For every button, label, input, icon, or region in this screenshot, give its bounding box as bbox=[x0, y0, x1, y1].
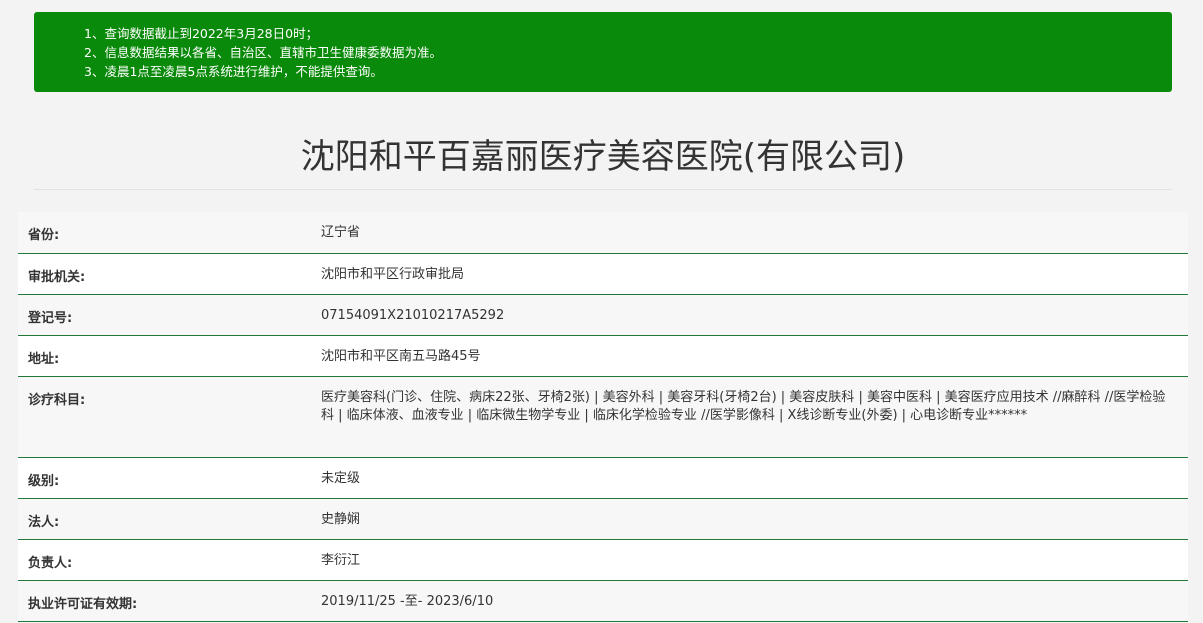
legal-person-label: 法人: bbox=[18, 498, 311, 539]
registration-number-label: 登记号: bbox=[18, 294, 311, 335]
level-label: 级别: bbox=[18, 457, 311, 498]
approval-authority-label: 审批机关: bbox=[18, 253, 311, 294]
table-row-license-validity: 执业许可证有效期: 2019/11/25 -至- 2023/6/10 bbox=[18, 580, 1188, 621]
table-row-province: 省份: 辽宁省 bbox=[18, 212, 1188, 253]
notice-line-1: 1、查询数据截止到2022年3月28日0时； bbox=[84, 26, 319, 41]
page-title-section: 沈阳和平百嘉丽医疗美容医院(有限公司) bbox=[34, 130, 1172, 190]
address-label: 地址: bbox=[18, 335, 311, 376]
table-row-registration-number: 登记号: 07154091X21010217A5292 bbox=[18, 294, 1188, 335]
license-validity-value: 2019/11/25 -至- 2023/6/10 bbox=[311, 580, 1188, 621]
page-title: 沈阳和平百嘉丽医疗美容医院(有限公司) bbox=[300, 137, 906, 177]
table-row-medical-subjects: 诊疗科目: 医疗美容科(门诊、住院、病床22张、牙椅2张) | 美容外科 | 美… bbox=[18, 376, 1188, 457]
notice-line-3: 3、凌晨1点至凌晨5点系统进行维护，不能提供查询。 bbox=[84, 64, 383, 79]
license-validity-label: 执业许可证有效期: bbox=[18, 580, 311, 621]
notice-line-2: 2、信息数据结果以各省、自治区、直辖市卫生健康委数据为准。 bbox=[84, 45, 442, 60]
person-in-charge-label: 负责人: bbox=[18, 539, 311, 580]
province-value: 辽宁省 bbox=[311, 212, 1188, 253]
table-row-level: 级别: 未定级 bbox=[18, 457, 1188, 498]
medical-subjects-value: 医疗美容科(门诊、住院、病床22张、牙椅2张) | 美容外科 | 美容牙科(牙椅… bbox=[311, 376, 1188, 457]
registration-number-value: 07154091X21010217A5292 bbox=[311, 294, 1188, 335]
notice-banner: 1、查询数据截止到2022年3月28日0时； 2、信息数据结果以各省、自治区、直… bbox=[34, 12, 1172, 92]
province-label: 省份: bbox=[18, 212, 311, 253]
person-in-charge-value: 李衍江 bbox=[311, 539, 1188, 580]
medical-subjects-label: 诊疗科目: bbox=[18, 376, 311, 457]
table-row-person-in-charge: 负责人: 李衍江 bbox=[18, 539, 1188, 580]
table-row-legal-person: 法人: 史静娴 bbox=[18, 498, 1188, 539]
table-row-address: 地址: 沈阳市和平区南五马路45号 bbox=[18, 335, 1188, 376]
level-value: 未定级 bbox=[311, 457, 1188, 498]
legal-person-value: 史静娴 bbox=[311, 498, 1188, 539]
address-value: 沈阳市和平区南五马路45号 bbox=[311, 335, 1188, 376]
hospital-info-table: 省份: 辽宁省 审批机关: 沈阳市和平区行政审批局 登记号: 07154091X… bbox=[18, 212, 1188, 622]
table-row-approval-authority: 审批机关: 沈阳市和平区行政审批局 bbox=[18, 253, 1188, 294]
approval-authority-value: 沈阳市和平区行政审批局 bbox=[311, 253, 1188, 294]
